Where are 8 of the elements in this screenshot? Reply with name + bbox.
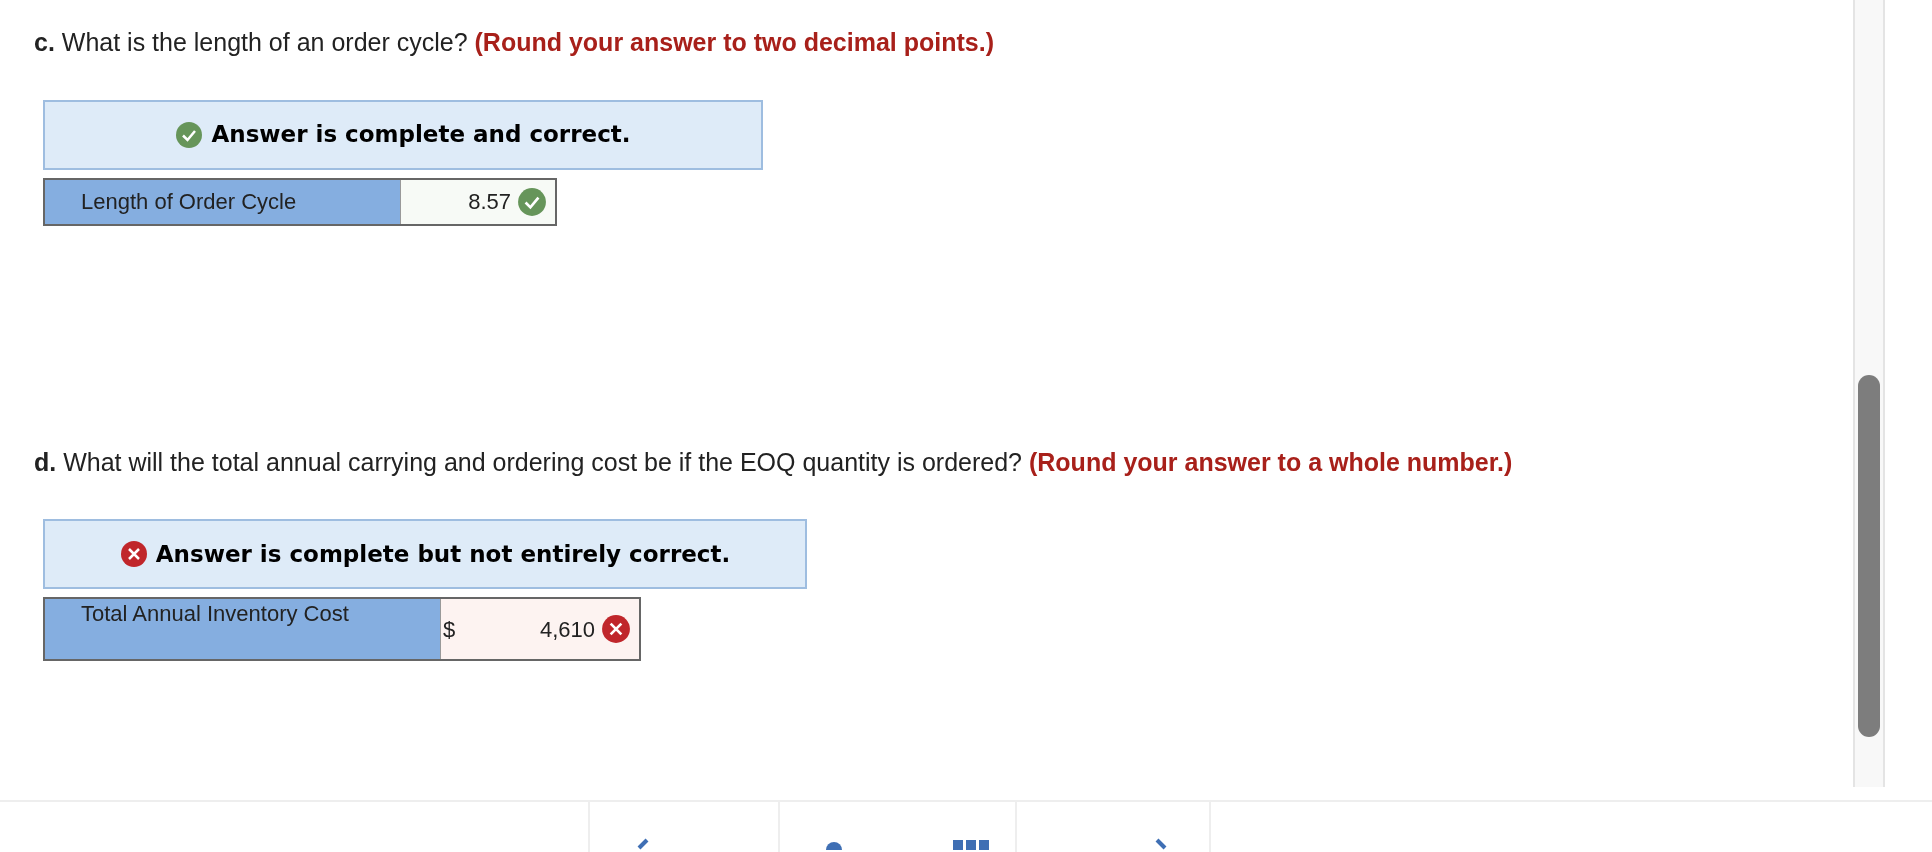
question-text: d. What will the total annual carrying and ordering cost be if the EOQ quantity is ordered? (Round your answer to a whole number.): [34, 446, 1514, 478]
grid-icon[interactable]: [953, 838, 989, 850]
check-icon: [175, 120, 204, 149]
scrollbar-thumb[interactable]: [1858, 375, 1880, 737]
close-icon: [119, 540, 148, 568]
result-message: Answer is complete and correct.: [211, 120, 631, 150]
question-text: c. What is the length of an order cycle? (Round your answer to two decimal points.): [34, 27, 995, 58]
result-message: Answer is complete but not entirely correct.: [155, 539, 731, 569]
